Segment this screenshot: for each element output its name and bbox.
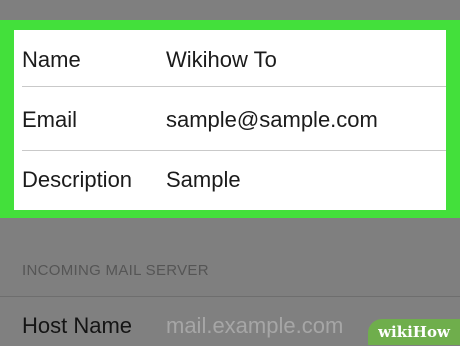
divider bbox=[22, 86, 446, 87]
name-label: Name bbox=[22, 47, 81, 72]
watermark-text-wiki: wiki bbox=[378, 323, 413, 341]
email-field[interactable]: sample@sample.com bbox=[166, 90, 378, 150]
description-row[interactable]: Description Sample bbox=[14, 150, 446, 210]
wikihow-watermark-logo: wikiHow bbox=[368, 319, 460, 345]
name-field[interactable]: Wikihow To bbox=[166, 30, 277, 90]
host-name-label: Host Name bbox=[22, 313, 133, 338]
top-background bbox=[0, 0, 460, 20]
email-row[interactable]: Email sample@sample.com bbox=[14, 90, 446, 150]
incoming-mail-server-header: INCOMING MAIL SERVER bbox=[22, 262, 209, 279]
description-label: Description bbox=[22, 167, 133, 192]
host-name-input[interactable]: mail.example.com bbox=[166, 313, 343, 339]
description-field[interactable]: Sample bbox=[166, 150, 241, 210]
account-info-card: Name Wikihow To Email sample@sample.com … bbox=[14, 30, 446, 210]
name-row[interactable]: Name Wikihow To bbox=[14, 30, 446, 90]
email-label: Email bbox=[22, 107, 78, 132]
watermark-text-how: How bbox=[412, 323, 450, 341]
